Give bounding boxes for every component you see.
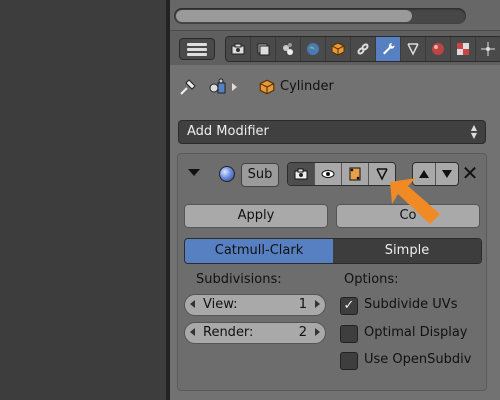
annotation-arrow-icon xyxy=(390,178,440,224)
view-value: 1 xyxy=(298,297,307,312)
particles-icon[interactable] xyxy=(476,37,500,61)
object-icon[interactable] xyxy=(326,37,351,61)
menu-bar-line xyxy=(187,48,207,51)
simple-option[interactable]: Simple xyxy=(333,239,481,263)
subdivisions-label: Subdivisions: xyxy=(196,272,282,287)
checkbox-unchecked[interactable] xyxy=(340,325,358,343)
3d-viewport-pane xyxy=(0,0,166,400)
checkbox-unchecked[interactable] xyxy=(340,352,358,370)
world-icon[interactable] xyxy=(301,37,326,61)
object-data-icon xyxy=(209,78,226,94)
updown-chevron-icon: ▲ ▼ xyxy=(470,123,477,140)
modifiers-wrench-icon[interactable] xyxy=(376,37,401,61)
decrement-arrow-icon[interactable] xyxy=(190,328,195,336)
increment-arrow-icon[interactable] xyxy=(315,300,320,308)
render-layers-icon[interactable] xyxy=(251,37,276,61)
render-value: 2 xyxy=(298,325,307,340)
scrollbar-thumb[interactable] xyxy=(176,10,412,22)
optimal-display-label: Optimal Display xyxy=(364,325,468,340)
view-label: View: xyxy=(203,297,238,312)
breadcrumb: Cylinder xyxy=(170,72,500,102)
pin-icon[interactable] xyxy=(178,78,198,96)
header-strip xyxy=(170,0,500,30)
render-camera-icon[interactable] xyxy=(288,163,315,185)
add-modifier-dropdown[interactable]: Add Modifier ▲ ▼ xyxy=(178,120,486,144)
context-tab-group xyxy=(225,36,500,62)
modifier-name-field[interactable]: Sub xyxy=(241,163,279,187)
constraints-icon[interactable] xyxy=(351,37,376,61)
horizontal-scrollbar[interactable] xyxy=(174,8,466,24)
remove-modifier-close-icon[interactable]: ✕ xyxy=(459,161,481,185)
subdivision-type-selector: Catmull-Clark Simple xyxy=(184,238,482,264)
checkbox-checked[interactable]: ✓ xyxy=(340,297,358,315)
object-name-label: Cylinder xyxy=(280,79,334,94)
modifier-type-icon xyxy=(219,166,235,182)
subdivide-uvs-label: Subdivide UVs xyxy=(364,297,458,312)
menu-bar-line xyxy=(187,53,207,56)
apply-button[interactable]: Apply xyxy=(184,204,328,228)
visibility-toggle-group xyxy=(287,162,396,186)
catmull-clark-option[interactable]: Catmull-Clark xyxy=(185,239,333,263)
decrement-arrow-icon[interactable] xyxy=(190,300,195,308)
data-mesh-icon[interactable] xyxy=(401,37,426,61)
scene-icon[interactable] xyxy=(276,37,301,61)
properties-editor: Cylinder Add Modifier ▲▼ Sub ✕ Apply Co xyxy=(170,0,500,400)
increment-arrow-icon[interactable] xyxy=(315,328,320,336)
viewport-eye-icon[interactable] xyxy=(315,163,342,185)
collapse-triangle-icon[interactable] xyxy=(188,169,200,176)
render-levels-field[interactable]: Render: 2 xyxy=(184,322,326,344)
editor-type-menu-button[interactable] xyxy=(179,38,215,60)
cube-icon xyxy=(259,79,275,95)
view-levels-field[interactable]: View: 1 xyxy=(184,294,326,316)
use-opensubdiv-label: Use OpenSubdiv xyxy=(364,352,472,367)
texture-icon[interactable] xyxy=(451,37,476,61)
edit-mode-icon[interactable] xyxy=(342,163,369,185)
options-label: Options: xyxy=(344,272,399,287)
material-icon[interactable] xyxy=(426,37,451,61)
render-label: Render: xyxy=(203,325,254,340)
breadcrumb-separator-icon xyxy=(232,83,237,91)
menu-bar-line xyxy=(187,43,207,46)
render-icon[interactable] xyxy=(226,37,251,61)
add-modifier-label: Add Modifier xyxy=(187,124,269,139)
context-tabs-bar xyxy=(170,30,500,65)
